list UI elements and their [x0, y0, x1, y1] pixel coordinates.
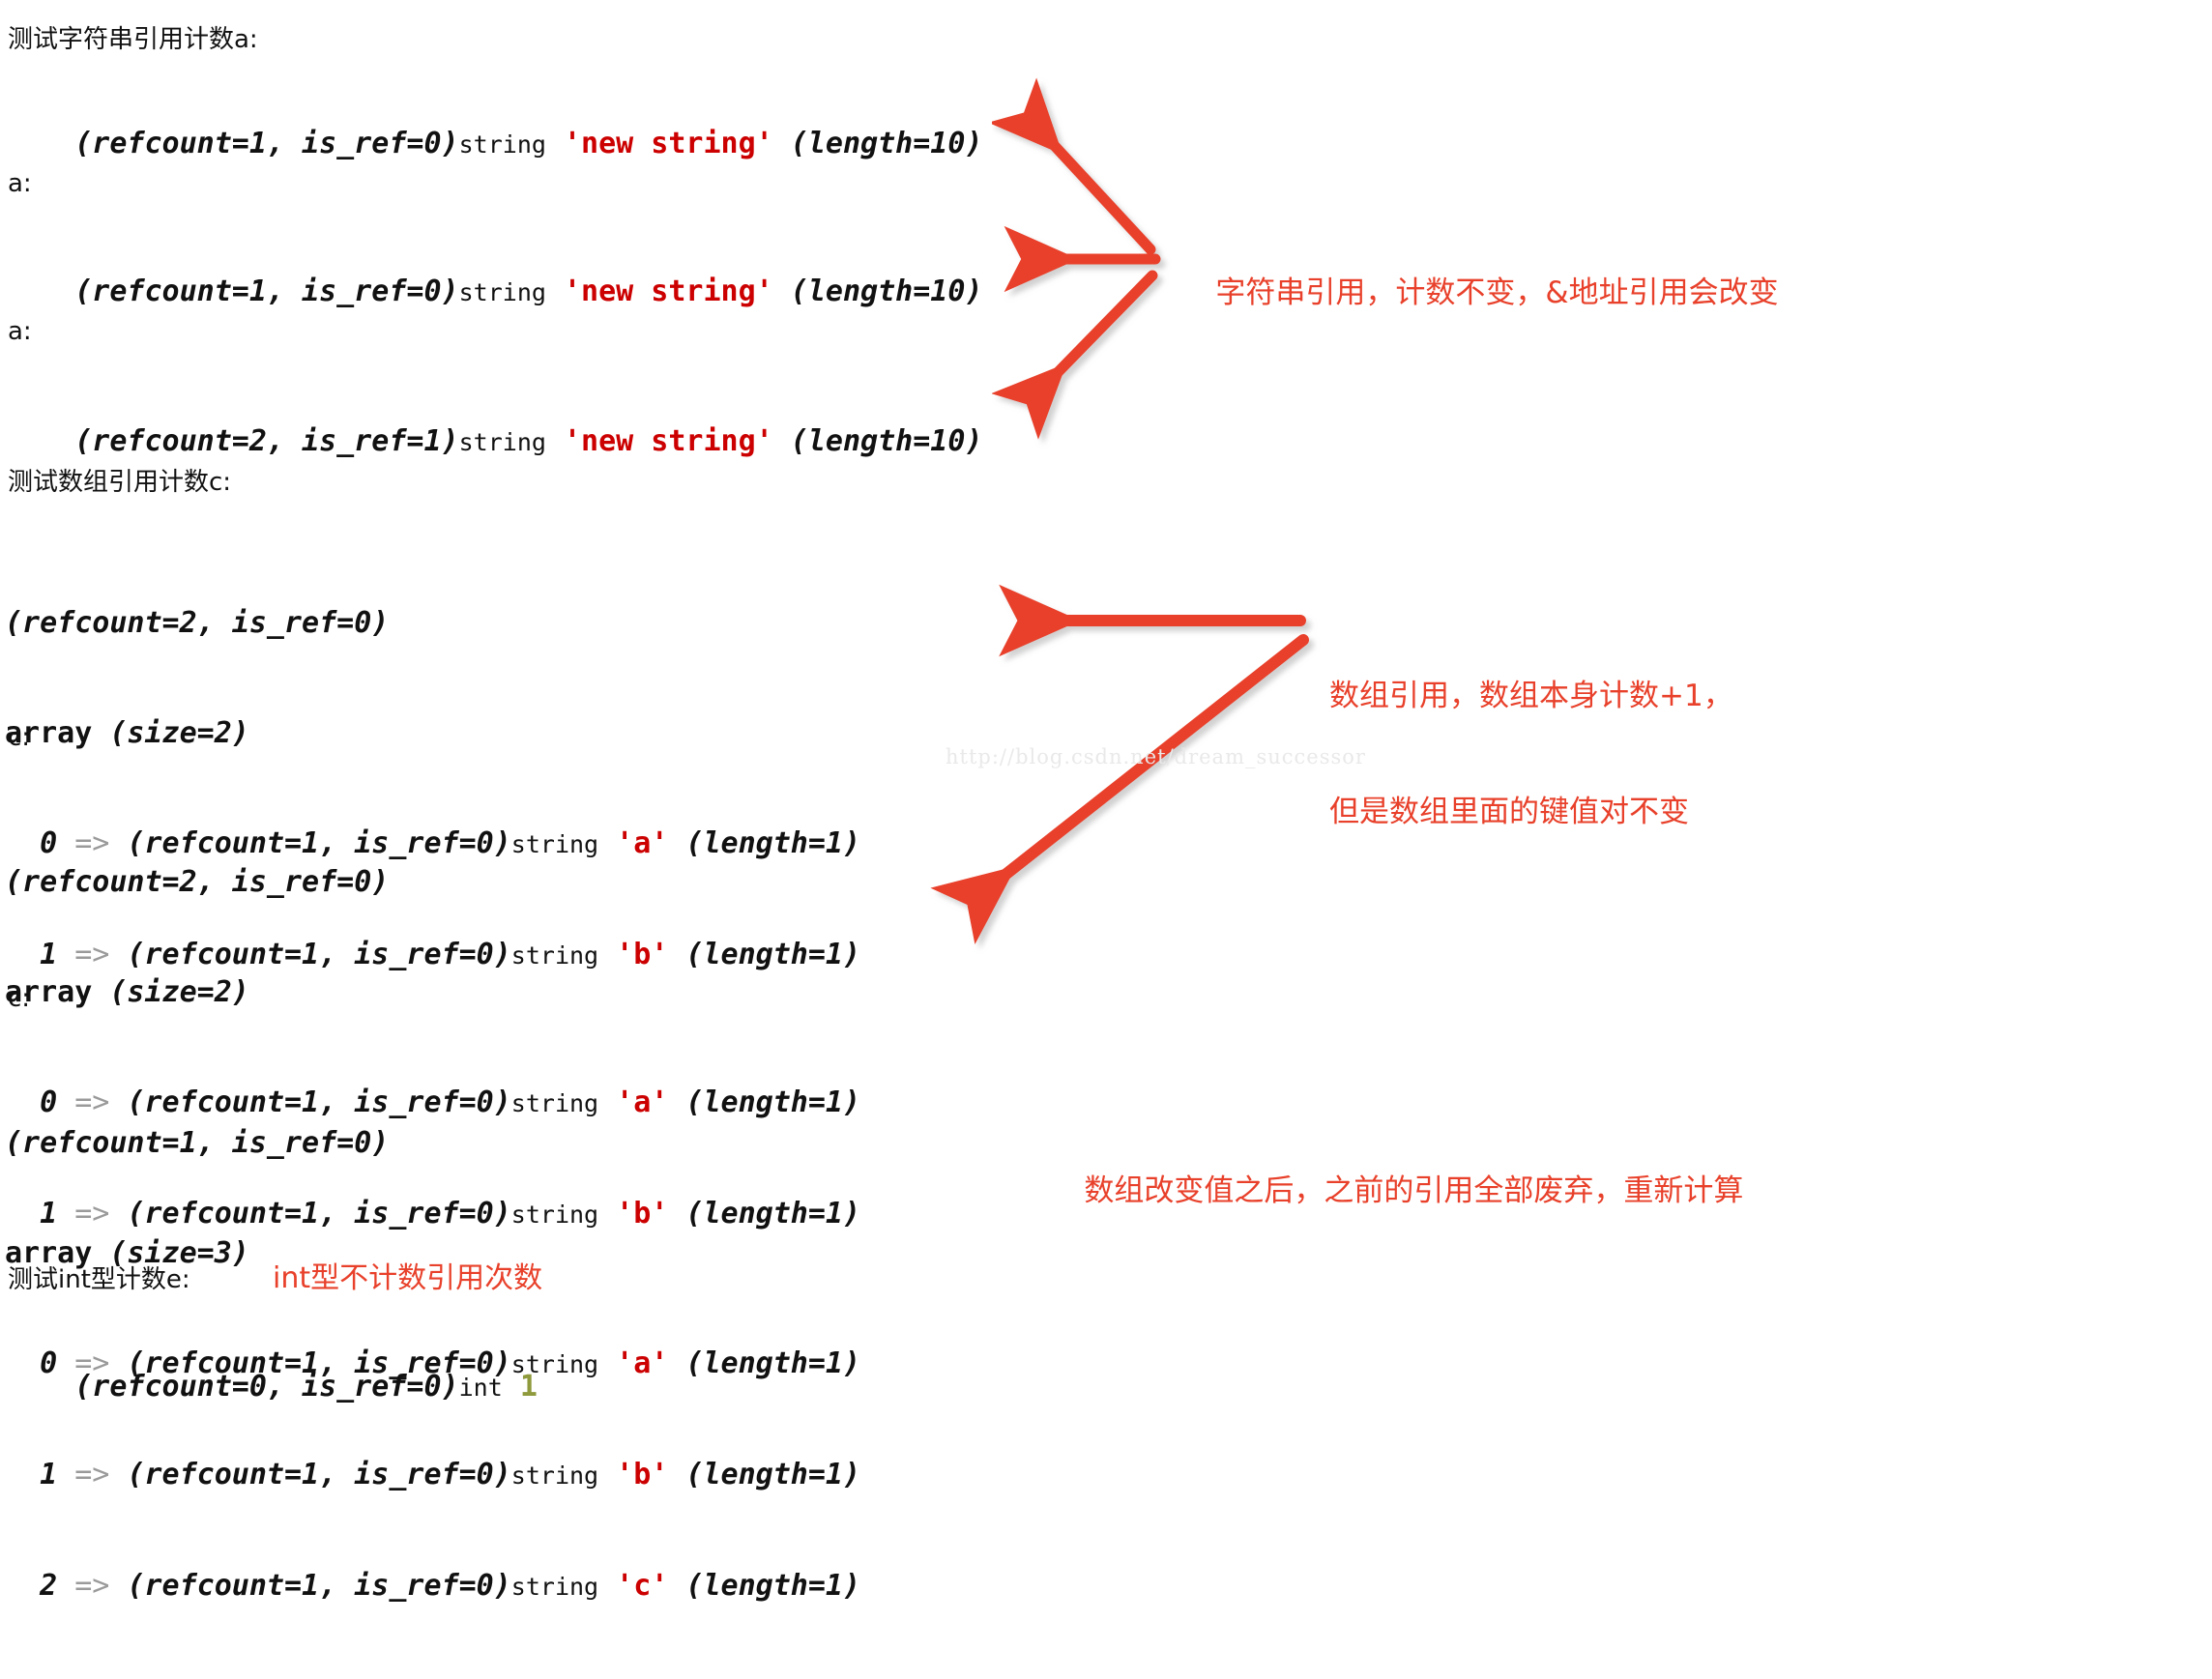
array-item: 1 => (refcount=1, is_ref=0)string 'b' (l… — [5, 1457, 860, 1494]
note-array-line1: 数组引用，数组本身计数+1， — [1329, 679, 1733, 713]
item-type: string — [510, 1462, 599, 1490]
array-key: 2 — [40, 1569, 58, 1603]
heading-array-test: 测试数组引用计数c: — [8, 468, 232, 497]
var-label-a-1: a: — [8, 169, 32, 198]
note-string: 字符串引用，计数不变，&地址引用会改变 — [1178, 235, 1779, 351]
array-size: (size=2) — [109, 716, 249, 750]
arrow-array-2 — [930, 634, 1309, 945]
item-meta: (refcount=1, is_ref=0) — [127, 1458, 511, 1491]
arrow-string-3 — [991, 270, 1158, 440]
dump-string-1: (refcount=1, is_ref=0)string 'new string… — [5, 89, 982, 200]
arrow-op-icon: => — [74, 1569, 110, 1603]
dump-length: (length=10) — [790, 424, 983, 458]
dump-length: (length=10) — [790, 275, 983, 308]
dump-meta: (refcount=1, is_ref=0) — [74, 275, 459, 308]
dump-type: string — [458, 428, 546, 456]
item-value: 'c' — [616, 1569, 669, 1603]
watermark: http://blog.csdn.net/dream_successor — [946, 745, 1366, 768]
note-array-line2: 但是数组里面的键值对不变 — [1329, 795, 1689, 829]
dump-meta: (refcount=2, is_ref=0) — [5, 606, 390, 640]
dump-type: int — [458, 1374, 503, 1402]
heading-string-test: 测试字符串引用计数a: — [8, 25, 258, 54]
dump-int-1: (refcount=0, is_ref=0)int 1 — [5, 1332, 538, 1443]
note-rebuild: 数组改变值之后，之前的引用全部废弃，重新计算 — [1046, 1133, 1743, 1249]
dump-value: 'new string' — [563, 275, 773, 308]
array-item: 2 => (refcount=1, is_ref=0)string 'c' (l… — [5, 1568, 860, 1606]
dump-value: 'new string' — [563, 424, 773, 458]
note-array: 数组引用，数组本身计数+1， 但是数组里面的键值对不变 — [1329, 599, 1733, 909]
item-value: 'a' — [616, 1346, 669, 1380]
note-rebuild-line1: 数组改变值之后，之前的引用全部废弃，重新计算 — [1084, 1173, 1744, 1208]
dump-length: (length=10) — [790, 127, 983, 160]
heading-int-test: 测试int型计数e: — [8, 1265, 190, 1294]
var-label-a-2: a: — [8, 317, 32, 346]
dump-meta: (refcount=1, is_ref=0) — [5, 1126, 390, 1160]
var-label-c-2: c: — [8, 984, 31, 1013]
dump-meta: (refcount=1, is_ref=0) — [74, 127, 459, 160]
arrow-op-icon: => — [74, 1458, 110, 1491]
note-int-inline: int型不计数引用次数 — [273, 1261, 543, 1295]
array-size: (size=2) — [109, 975, 249, 1009]
item-length: (length=1) — [685, 1346, 861, 1380]
dump-meta: (refcount=0, is_ref=0) — [74, 1370, 459, 1404]
item-type: string — [510, 1573, 599, 1601]
dump-string-2: (refcount=1, is_ref=0)string 'new string… — [5, 237, 982, 348]
screenshot-canvas: http://blog.csdn.net/dream_successor 测试字… — [0, 0, 2212, 1603]
dump-type: string — [458, 278, 546, 306]
item-length: (length=1) — [685, 1569, 861, 1603]
item-length: (length=1) — [685, 1458, 861, 1491]
array-key: 1 — [40, 1458, 58, 1491]
note-string-line1: 字符串引用，计数不变，&地址引用会改变 — [1215, 275, 1779, 310]
dump-meta: (refcount=2, is_ref=0) — [5, 865, 390, 899]
item-meta: (refcount=1, is_ref=0) — [127, 1569, 511, 1603]
dump-value: 1 — [519, 1370, 538, 1404]
item-value: 'b' — [616, 1458, 669, 1491]
var-label-c-1: c: — [8, 723, 31, 752]
dump-meta: (refcount=2, is_ref=1) — [74, 424, 459, 458]
dump-value: 'new string' — [563, 127, 773, 160]
dump-type: string — [458, 130, 546, 159]
arrow-string-1 — [988, 77, 1156, 255]
